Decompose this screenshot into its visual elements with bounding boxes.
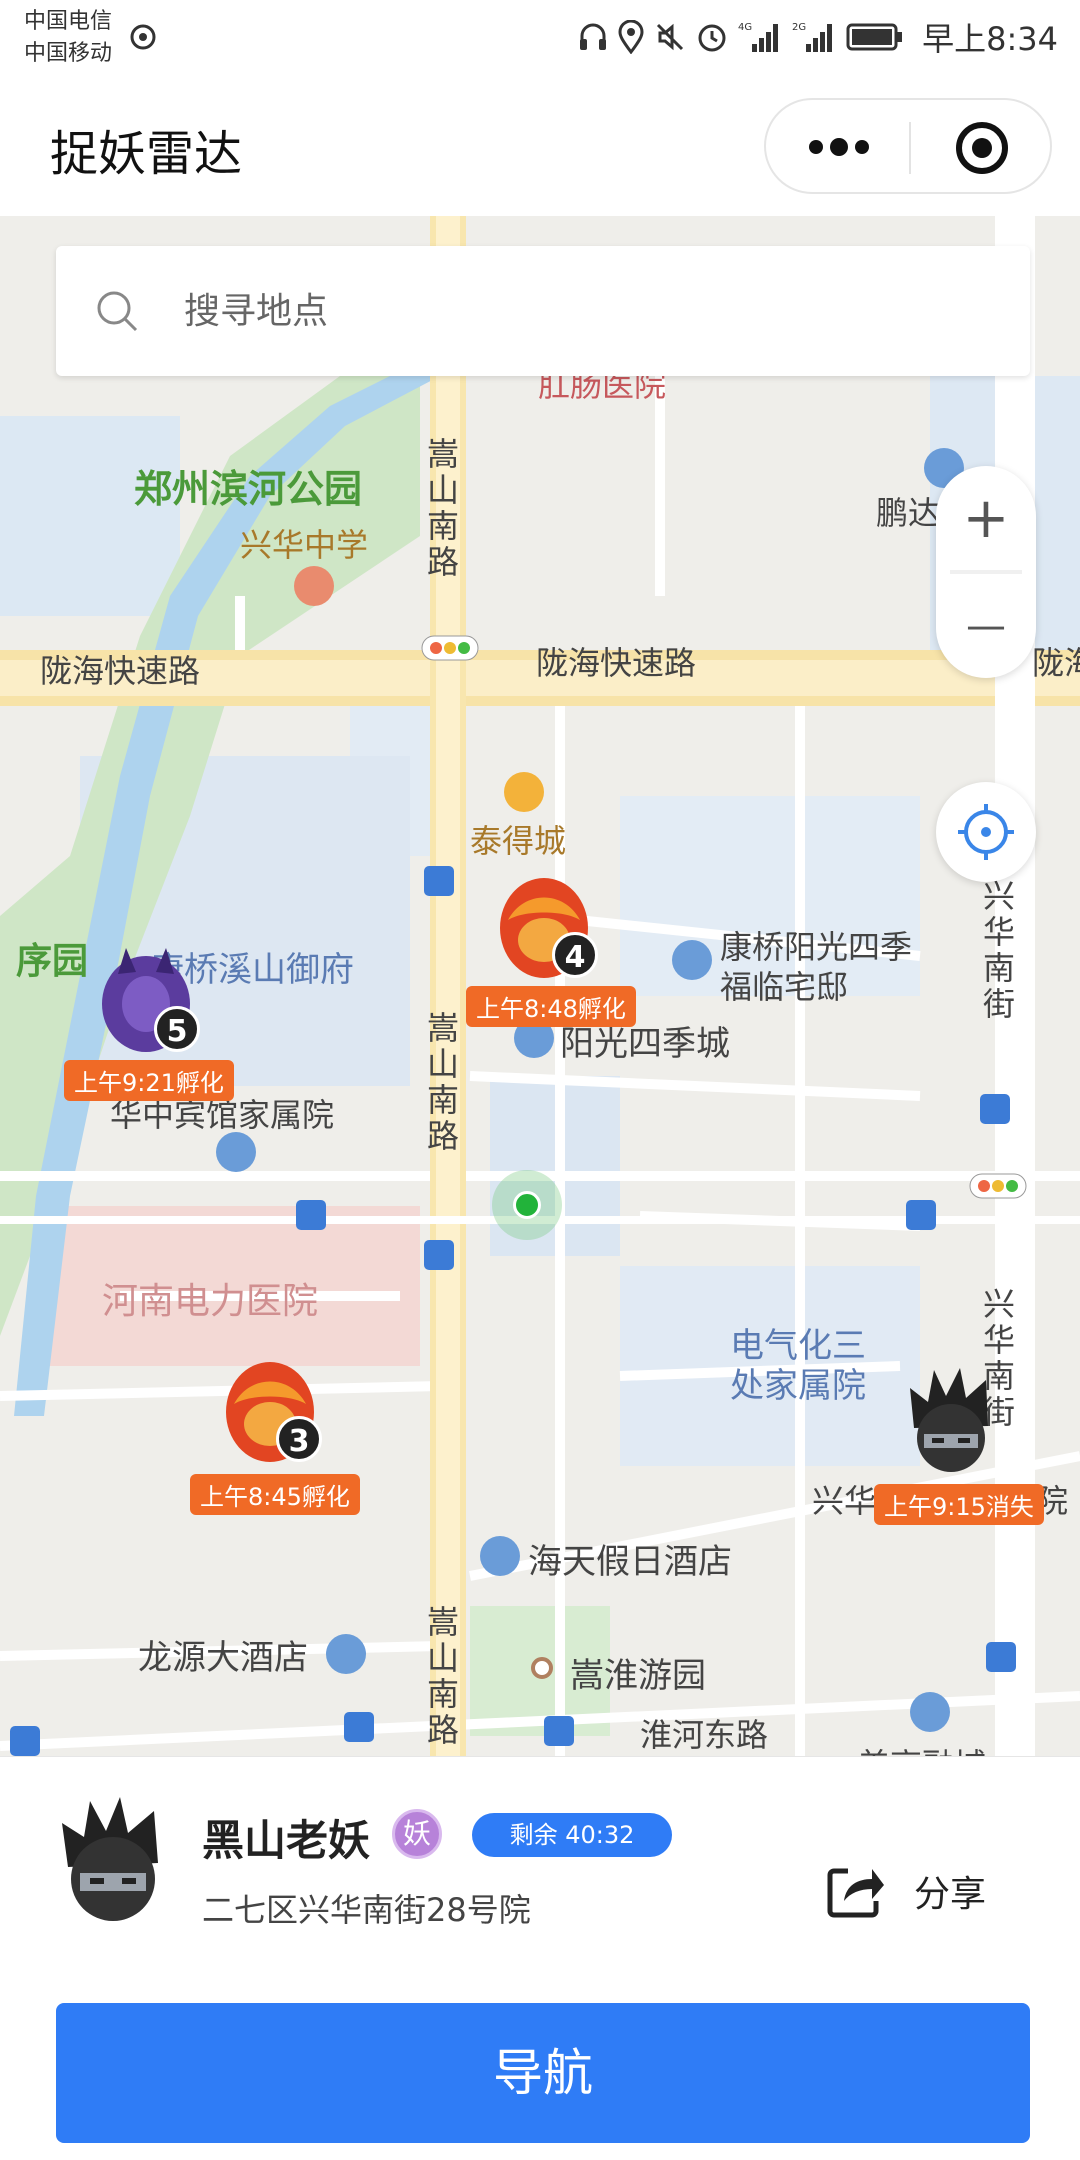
map-label-penghui: 鹏达 [876, 494, 941, 532]
monster-count-badge: 3 [276, 1416, 322, 1462]
status-icons: 4G 2G 早上8:34 [578, 12, 1058, 62]
capsule-divider [909, 122, 911, 174]
title-bar: 捉妖雷达 [0, 76, 1080, 216]
page-title: 捉妖雷达 [50, 126, 243, 182]
status-bar: 中国电信 中国移动 4G 2G 早上8:34 [0, 0, 1080, 76]
map-label-songshan-1: 嵩山南路 [426, 435, 459, 581]
alarm-icon [698, 24, 726, 52]
zoom-out-button[interactable]: — [936, 576, 1036, 676]
map-label-meigao: 美高融城 [858, 1740, 986, 1756]
monster-count-badge: 4 [552, 932, 598, 978]
map-label-longyuan: 龙源大酒店 [138, 1638, 308, 1678]
monster-type-badge: 妖 [392, 1809, 442, 1859]
monster-marker[interactable]: 4 [494, 870, 624, 1010]
crosshair-icon [958, 804, 1014, 860]
mute-icon [657, 23, 684, 51]
user-location-dot [492, 1170, 562, 1240]
location-icon [618, 20, 644, 54]
signal-4g-icon: 4G [738, 22, 779, 52]
search-bar[interactable] [56, 246, 1030, 376]
map-label-expressway-2: 陇海快速路 [536, 644, 697, 682]
monster-marker[interactable]: 5 [96, 944, 226, 1084]
user-location-core [513, 1191, 541, 1219]
map-label-expressway-3: 陇海 [1032, 644, 1080, 682]
monster-name: 黑山老妖 [202, 1816, 371, 1865]
map-label-songshan-3: 嵩山南路 [426, 1603, 459, 1749]
monster-timer: 上午9:15消失 [874, 1484, 1044, 1525]
map-label-park-2: 序园 [16, 941, 89, 982]
monster-marker[interactable]: 3 [220, 1354, 350, 1494]
map-label-school: 兴华中学 [240, 526, 369, 564]
map-label-henan-hospital: 河南电力医院 [102, 1281, 319, 1322]
battery-icon [846, 23, 903, 51]
hotspot-icon [130, 24, 156, 50]
map-label-xinghua-yard: 兴华 [812, 1482, 877, 1520]
carrier-1: 中国电信 [24, 9, 113, 34]
map-label-fulin: 福临宅邸 [720, 968, 849, 1006]
mini-program-capsule [764, 98, 1052, 194]
map-label-dianqihua-2: 处家属院 [730, 1366, 866, 1406]
close-target-icon[interactable] [954, 120, 1010, 176]
headset-icon [580, 23, 607, 50]
zoom-in-button[interactable]: + [936, 468, 1036, 568]
map-label-xinghua-1: 兴华南街 [982, 877, 1015, 1023]
black-mountain-demon-icon [910, 1368, 988, 1472]
share-label: 分享 [914, 1874, 987, 1915]
map-label-huaihe: 淮河东路 [640, 1716, 769, 1754]
search-input[interactable] [184, 276, 984, 346]
avatar [62, 1797, 158, 1921]
search-icon [97, 291, 138, 332]
carrier-2: 中国移动 [24, 41, 113, 66]
svg-text:4G: 4G [738, 22, 752, 33]
map-label-taide: 泰得城 [470, 822, 567, 860]
monster-detail-panel: 黑山老妖 妖 剩余 40:32 二七区兴华南街28号院 分享 导航 [0, 1756, 1080, 2160]
svg-text:2G: 2G [792, 22, 806, 33]
map-label-park: 郑州滨河公园 [134, 467, 363, 511]
share-icon [827, 1868, 884, 1918]
monster-count-badge: 5 [154, 1006, 200, 1052]
zoom-control: + — [936, 466, 1036, 678]
more-icon[interactable] [808, 136, 870, 158]
carrier-labels: 中国电信 中国移动 [24, 6, 112, 70]
map-label-expressway-1: 陇海快速路 [40, 652, 201, 690]
map-label-songshan-2: 嵩山南路 [426, 1009, 459, 1155]
monster-address: 二七区兴华南街28号院 [202, 1891, 531, 1929]
map-label-songhuai: 嵩淮游园 [570, 1656, 706, 1696]
locate-button[interactable] [936, 782, 1036, 882]
map-label-haitian: 海天假日酒店 [528, 1542, 732, 1582]
remaining-time-badge: 剩余 40:32 [472, 1813, 672, 1857]
share-button[interactable]: 分享 [826, 1861, 986, 1921]
map-view[interactable]: 肛肠医院 郑州滨河公园 兴华中学 鹏达 嵩山南路 陇海快速路 陇海快速路 陇海 … [0, 216, 1080, 1756]
clock: 早上8:34 [922, 20, 1058, 58]
zoom-divider [950, 570, 1022, 574]
signal-2g-icon: 2G [792, 22, 833, 52]
navigate-button[interactable]: 导航 [56, 2003, 1030, 2143]
monster-marker[interactable] [906, 1368, 1006, 1488]
